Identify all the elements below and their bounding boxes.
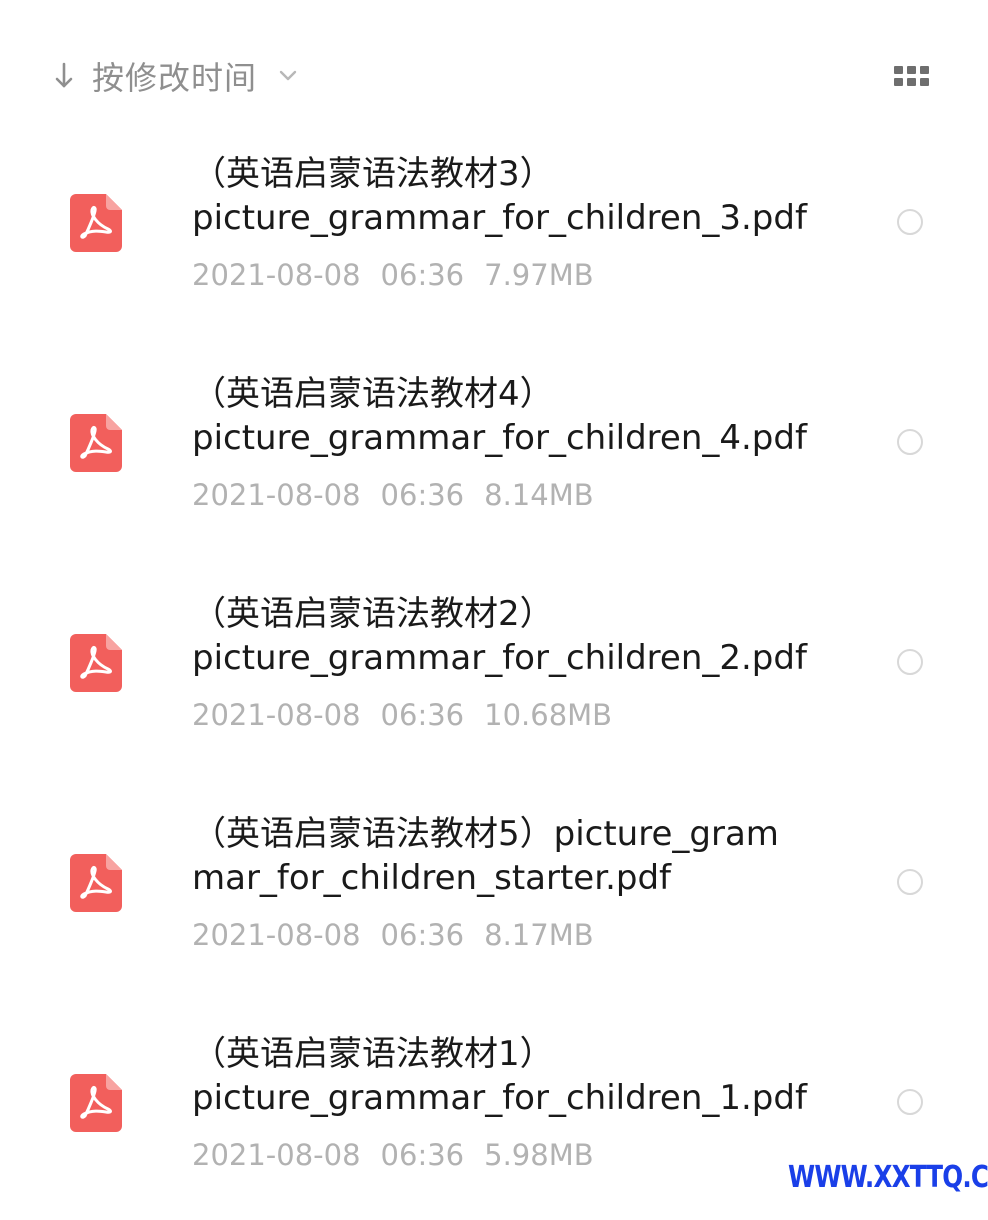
file-name: （英语启蒙语法教材3） picture_grammar_for_children…	[192, 154, 807, 238]
file-time: 06:36	[380, 698, 465, 732]
sort-label: 按修改时间	[92, 59, 258, 97]
file-meta: 2021-08-08 06:36 10.68MB	[192, 698, 612, 732]
pdf-file-icon	[70, 634, 122, 692]
chevron-down-icon	[275, 63, 301, 89]
pdf-file-icon	[70, 1074, 122, 1132]
file-name: （英语启蒙语法教材2） picture_grammar_for_children…	[192, 594, 807, 678]
file-date: 2021-08-08	[192, 478, 361, 512]
file-row[interactable]: （英语启蒙语法教材4） picture_grammar_for_children…	[0, 360, 988, 560]
file-meta: 2021-08-08 06:36 8.14MB	[192, 478, 594, 512]
file-meta: 2021-08-08 06:36 7.97MB	[192, 258, 594, 292]
grid-view-icon[interactable]	[892, 64, 932, 90]
file-date: 2021-08-08	[192, 918, 361, 952]
file-time: 06:36	[380, 258, 465, 292]
select-radio[interactable]	[897, 429, 923, 455]
file-date: 2021-08-08	[192, 258, 361, 292]
file-size: 8.14MB	[484, 478, 594, 512]
file-date: 2021-08-08	[192, 1138, 361, 1172]
file-size: 8.17MB	[484, 918, 594, 952]
file-size: 5.98MB	[484, 1138, 594, 1172]
file-size: 7.97MB	[484, 258, 594, 292]
file-time: 06:36	[380, 1138, 465, 1172]
file-name: （英语启蒙语法教材5）picture_gram mar_for_children…	[192, 814, 779, 898]
file-name: （英语启蒙语法教材4） picture_grammar_for_children…	[192, 374, 807, 458]
file-time: 06:36	[380, 918, 465, 952]
file-meta: 2021-08-08 06:36 5.98MB	[192, 1138, 594, 1172]
select-radio[interactable]	[897, 869, 923, 895]
select-radio[interactable]	[897, 209, 923, 235]
file-row[interactable]: （英语启蒙语法教材2） picture_grammar_for_children…	[0, 580, 988, 780]
watermark-text: WWW.XXTTQ.COM	[788, 1160, 988, 1195]
pdf-file-icon	[70, 414, 122, 472]
file-meta: 2021-08-08 06:36 8.17MB	[192, 918, 594, 952]
select-radio[interactable]	[897, 1089, 923, 1115]
file-size: 10.68MB	[484, 698, 613, 732]
file-time: 06:36	[380, 478, 465, 512]
arrow-down-icon	[50, 58, 78, 94]
file-row[interactable]: （英语启蒙语法教材5）picture_gram mar_for_children…	[0, 800, 988, 1000]
file-date: 2021-08-08	[192, 698, 361, 732]
file-name: （英语启蒙语法教材1） picture_grammar_for_children…	[192, 1034, 807, 1118]
file-row[interactable]: （英语启蒙语法教材3） picture_grammar_for_children…	[0, 140, 988, 340]
sort-dropdown[interactable]: 按修改时间	[50, 52, 301, 100]
pdf-file-icon	[70, 854, 122, 912]
pdf-file-icon	[70, 194, 122, 252]
select-radio[interactable]	[897, 649, 923, 675]
